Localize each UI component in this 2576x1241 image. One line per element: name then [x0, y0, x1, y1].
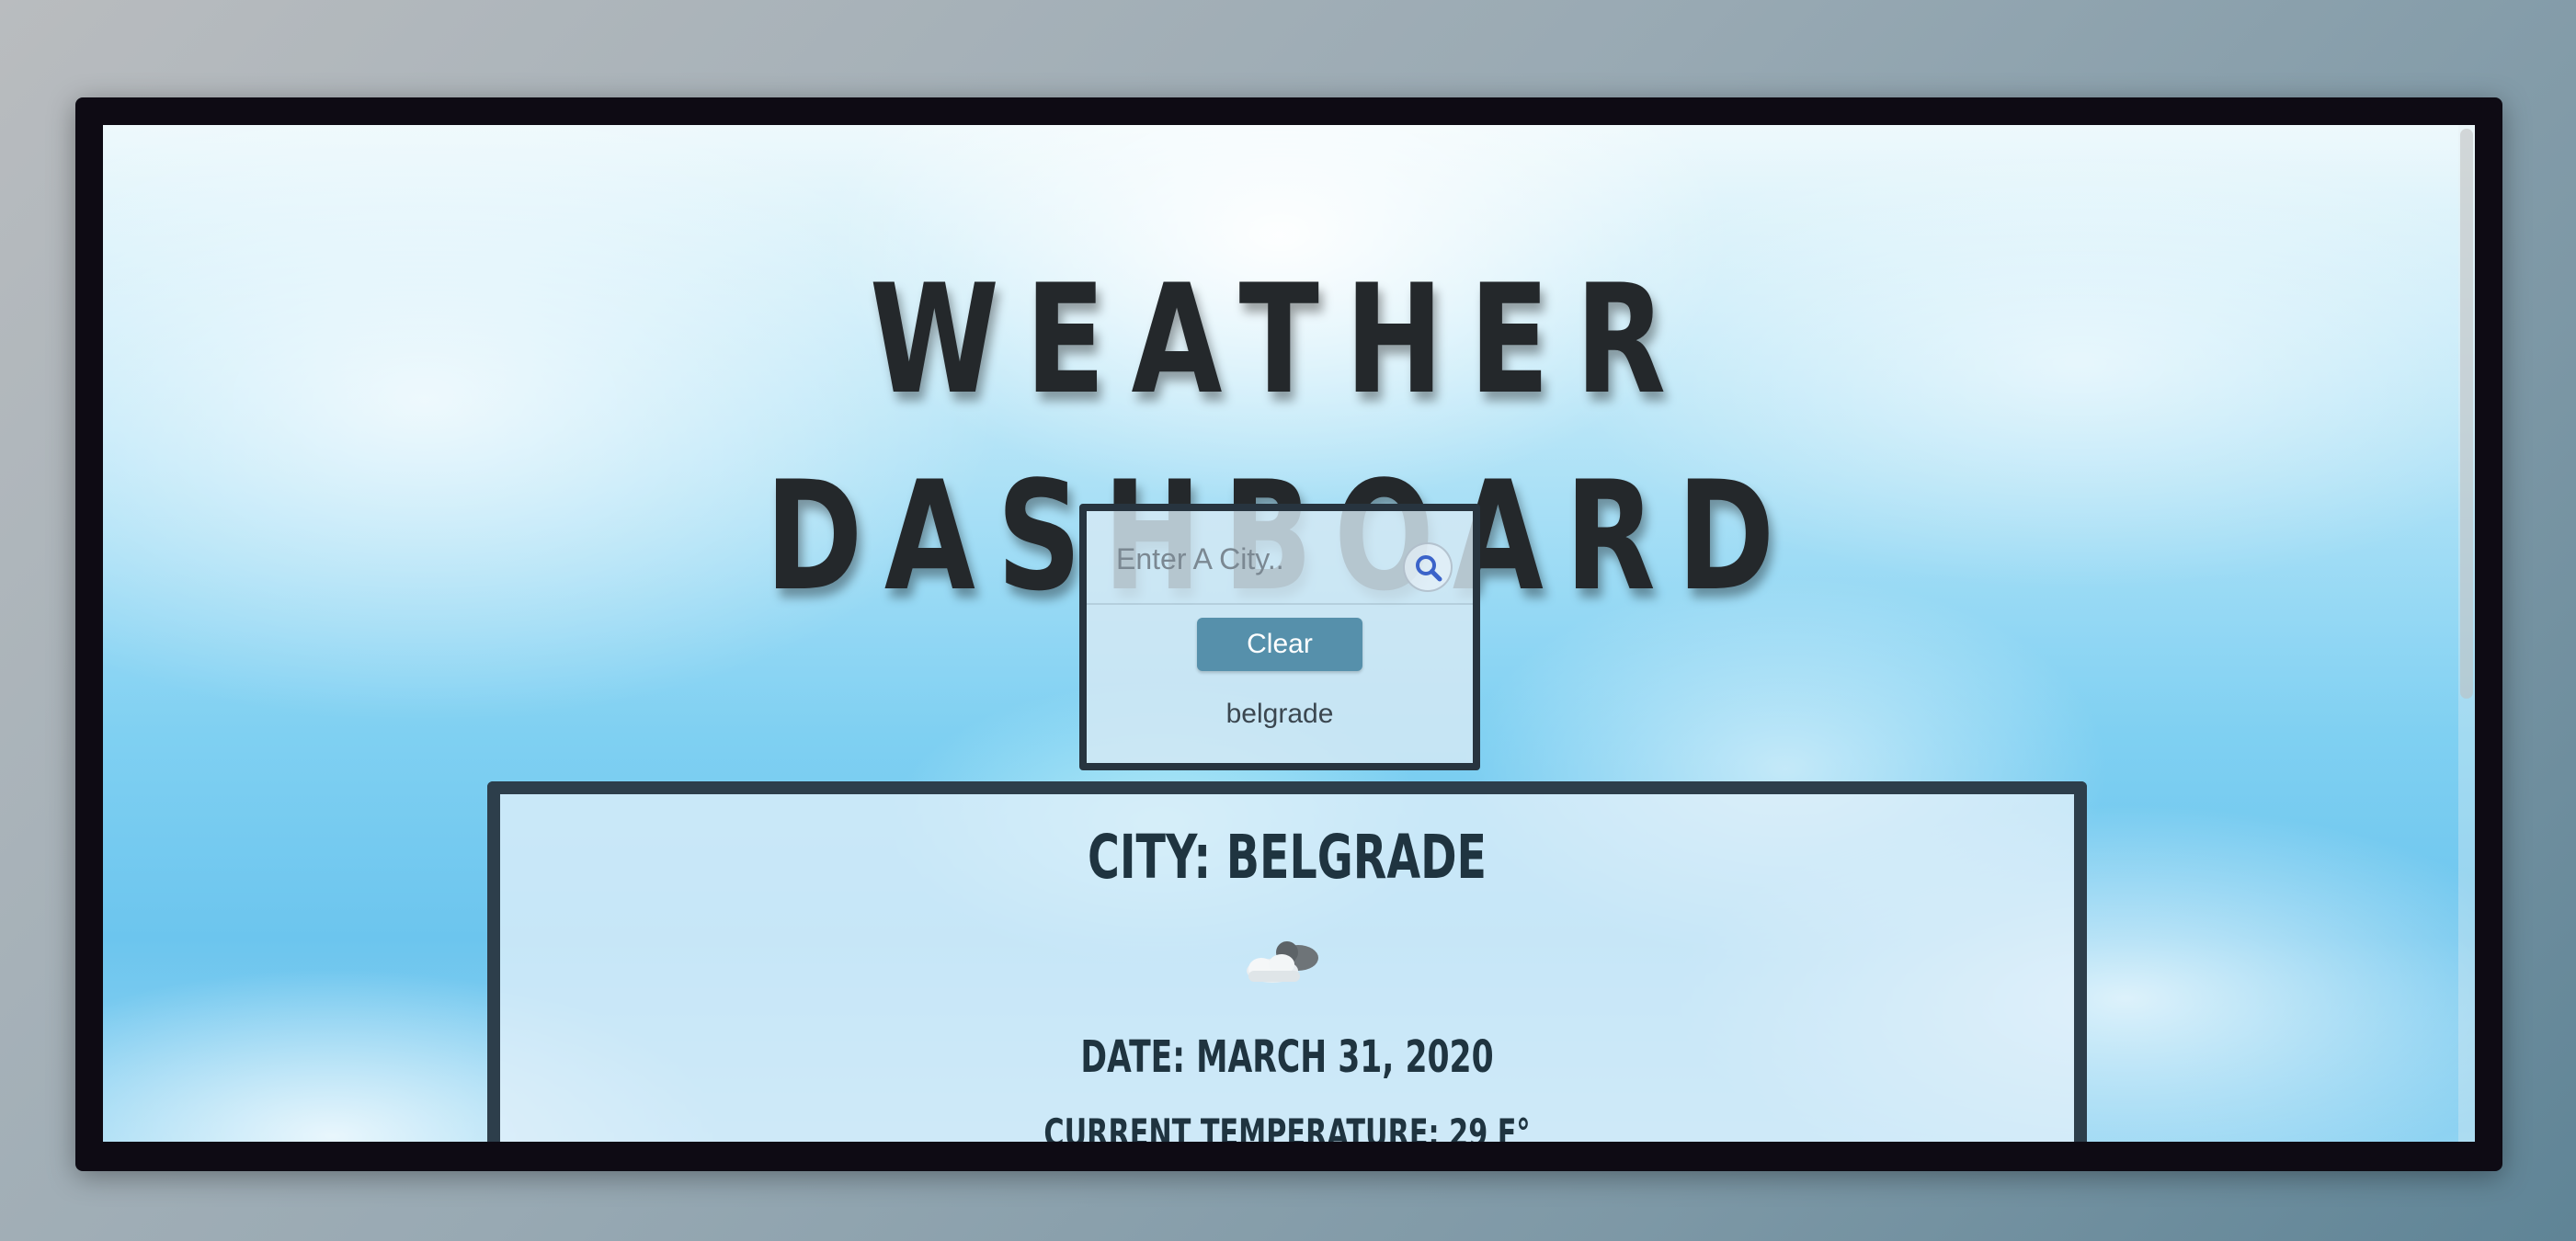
search-row: [1087, 511, 1473, 605]
cloud-icon: [1247, 941, 1318, 983]
page-title-line-1: WEATHER: [869, 252, 1693, 427]
page-scrollbar[interactable]: [2458, 125, 2475, 1142]
city-name: CITY: BELGRADE: [1087, 822, 1487, 893]
current-temperature: CURRENT TEMPERATURE: 29 F°: [1043, 1110, 1531, 1142]
city-search-input[interactable]: [1114, 537, 1394, 581]
search-panel: Clear belgrade: [1079, 504, 1480, 770]
page-viewport: WEATHER DASHBOARD Clear belgrade CITY: B…: [103, 125, 2475, 1142]
search-button[interactable]: [1403, 542, 1453, 592]
search-history-item-belgrade[interactable]: belgrade: [1087, 699, 1473, 730]
search-icon: [1416, 555, 1442, 582]
scrollbar-thumb[interactable]: [2460, 129, 2473, 699]
clear-button[interactable]: Clear: [1197, 618, 1362, 671]
weather-date: DATE: MARCH 31, 2020: [1080, 1031, 1494, 1083]
current-weather-card: CITY: BELGRADE DATE: MARCH 31, 2020 CURR…: [487, 781, 2087, 1142]
browser-frame: WEATHER DASHBOARD Clear belgrade CITY: B…: [75, 97, 2502, 1171]
